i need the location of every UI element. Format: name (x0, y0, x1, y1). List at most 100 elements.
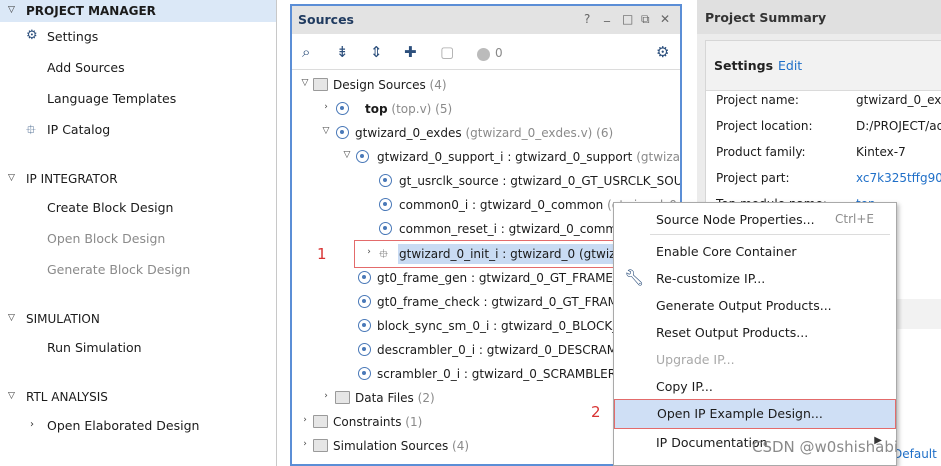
menu-item-generate-output-products[interactable]: Generate Output Products... (614, 292, 896, 319)
section-simulation[interactable]: ▽ SIMULATION (0, 308, 276, 330)
expand-all-icon[interactable]: ⇕ (370, 43, 383, 61)
help-icon[interactable]: ? (584, 12, 590, 26)
menu-item-source-node-properties[interactable]: Source Node Properties... Ctrl+E (614, 206, 896, 233)
gear-icon: ⚙ (26, 28, 38, 43)
chevron-down-icon: ▽ (8, 5, 15, 15)
verilog-module-icon (356, 150, 369, 163)
panel-divider[interactable] (276, 0, 277, 466)
flow-item-run-simulation[interactable]: Run Simulation (47, 340, 142, 355)
close-icon[interactable]: ✕ (660, 12, 670, 26)
tree-label: gt_usrclk_source : gtwizard_0_GT_USRCLK_… (399, 174, 682, 188)
menu-item-enable-core-container[interactable]: Enable Core Container (614, 238, 896, 265)
product-family-value: Kintex-7 (856, 145, 906, 159)
sources-title: Sources (298, 12, 354, 27)
verilog-module-icon (358, 319, 371, 332)
tree-count: (4) (429, 78, 447, 92)
add-sources-icon[interactable]: ✚ (404, 43, 417, 61)
chevron-right-icon[interactable]: › (300, 415, 310, 425)
edit-link[interactable]: Edit (778, 58, 802, 73)
project-part-link[interactable]: xc7k325tffg900- (856, 171, 941, 185)
verilog-module-icon (358, 343, 371, 356)
annotation-marker-1: 1 (317, 245, 327, 263)
tree-label: gt0_frame_check : gtwizard_0_GT_FRAME_ (377, 295, 632, 309)
float-icon[interactable]: ⧉ (641, 12, 650, 27)
tree-count: (2) (417, 391, 435, 405)
verilog-module-icon (336, 102, 349, 115)
verilog-module-icon (379, 222, 392, 235)
tree-count: (1) (405, 415, 423, 429)
chevron-right-icon[interactable]: › (30, 419, 34, 430)
chevron-right-icon[interactable]: › (321, 391, 331, 401)
chevron-down-icon: ▽ (8, 173, 15, 183)
verilog-module-icon (358, 367, 371, 380)
section-label: SIMULATION (26, 312, 100, 326)
tree-label: top (365, 102, 388, 116)
flow-item-add-sources[interactable]: Add Sources (47, 60, 125, 75)
menu-item-label: Copy IP... (656, 379, 713, 394)
project-location-label: Project location: (716, 119, 813, 133)
tree-label: gtwizard_0_exdes (355, 126, 462, 140)
context-menu: Source Node Properties... Ctrl+E Enable … (613, 202, 897, 466)
menu-item-recustomize-ip[interactable]: 🔧︎ Re-customize IP... (614, 265, 896, 292)
menu-item-label: Enable Core Container (656, 244, 797, 259)
chevron-right-icon[interactable]: › (364, 247, 374, 257)
project-part-label: Project part: (716, 171, 790, 185)
section-label: IP INTEGRATOR (26, 172, 118, 186)
flow-item-create-block-design[interactable]: Create Block Design (47, 200, 173, 215)
tree-label: common0_i : gtwizard_0_common (399, 198, 604, 212)
flow-item-generate-block-design: Generate Block Design (47, 262, 191, 277)
menu-item-label: Reset Output Products... (656, 325, 809, 340)
maximize-icon[interactable]: □ (622, 12, 633, 26)
menu-shortcut: Ctrl+E (835, 212, 874, 226)
minimize-icon[interactable]: _ (604, 8, 610, 22)
flow-navigator: ▽ PROJECT MANAGER ⚙ Settings Add Sources… (0, 0, 276, 466)
settings-heading: Settings (714, 58, 774, 73)
verilog-module-icon (358, 271, 371, 284)
tree-label: scrambler_0_i : gtwizard_0_SCRAMBLER ( (377, 367, 625, 381)
collapse-all-icon[interactable]: ⇟ (336, 43, 349, 61)
flow-item-settings[interactable]: Settings (47, 29, 98, 44)
menu-item-label: Source Node Properties... (656, 212, 815, 227)
flow-item-open-elaborated-design[interactable]: Open Elaborated Design (47, 418, 199, 433)
ip-core-icon: ⯐ (379, 247, 389, 261)
ip-catalog-icon: ⯐ (26, 123, 36, 138)
menu-item-label: IP Documentation (656, 435, 768, 450)
section-rtl-analysis[interactable]: ▽ RTL ANALYSIS (0, 386, 276, 408)
chevron-right-icon[interactable]: › (321, 102, 331, 112)
tree-count: (4) (452, 439, 470, 453)
default-link[interactable]: Default (893, 447, 937, 461)
section-ip-integrator[interactable]: ▽ IP INTEGRATOR (0, 168, 276, 190)
section-project-manager[interactable]: ▽ PROJECT MANAGER (0, 0, 276, 22)
search-icon[interactable]: ⌕ (302, 43, 310, 61)
project-location-value: D:/PROJECT/ad (856, 119, 941, 133)
menu-item-copy-ip[interactable]: Copy IP... (614, 373, 896, 400)
verilog-module-icon (336, 126, 349, 139)
settings-bar: Settings Edit (706, 41, 941, 91)
tree-label: gtwizard_0_init_i : gtwizard_0 (gtwizard… (399, 247, 642, 261)
flow-item-language-templates[interactable]: Language Templates (47, 91, 176, 106)
tree-meta: (gtwizard_0_ (636, 150, 680, 164)
verilog-module-icon (379, 174, 392, 187)
annotation-marker-2: 2 (591, 403, 601, 421)
menu-item-label: Generate Output Products... (656, 298, 832, 313)
project-name-value: gtwizard_0_ex (856, 93, 941, 107)
tree-meta: (top.v) (5) (391, 102, 453, 116)
tree-label: Simulation Sources (333, 439, 449, 453)
chevron-down-icon[interactable]: ▽ (300, 78, 310, 88)
summary-title: Project Summary (705, 10, 827, 25)
chevron-down-icon[interactable]: ▽ (342, 150, 352, 160)
chevron-right-icon[interactable]: › (300, 439, 310, 449)
verilog-module-icon (379, 198, 392, 211)
gear-icon[interactable]: ⚙ (656, 43, 669, 61)
flow-item-ip-catalog[interactable]: IP Catalog (47, 122, 110, 137)
folder-icon (313, 78, 328, 91)
tree-label: block_sync_sm_0_i : gtwizard_0_BLOCK_S (377, 319, 626, 333)
tree-label: Constraints (333, 415, 402, 429)
tree-label: gtwizard_0_support_i : gtwizard_0_suppor… (377, 150, 633, 164)
project-name-label: Project name: (716, 93, 799, 107)
chevron-down-icon[interactable]: ▽ (321, 126, 331, 136)
menu-item-reset-output-products[interactable]: Reset Output Products... (614, 319, 896, 346)
menu-item-label: Open IP Example Design... (657, 406, 823, 421)
menu-item-open-ip-example-design[interactable]: Open IP Example Design... (614, 399, 896, 429)
sources-toolbar: ⌕ ⇟ ⇕ ✚ ▢ 0 ⚙ (292, 36, 680, 70)
